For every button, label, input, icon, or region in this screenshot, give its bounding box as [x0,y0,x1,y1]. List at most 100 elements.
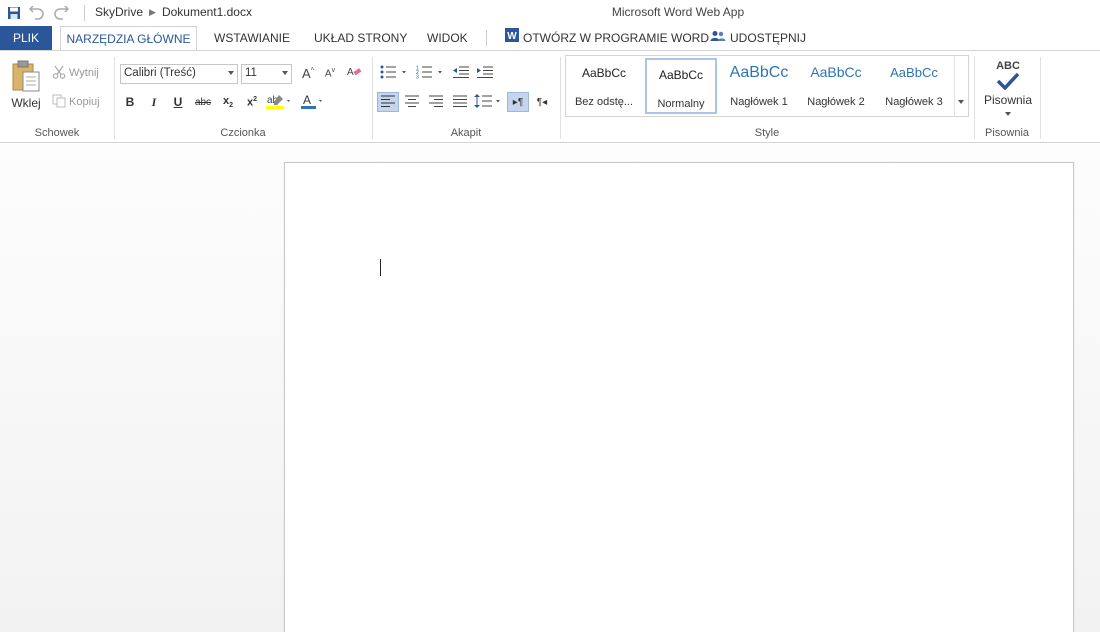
title-bar: SkyDrive ▶ Dokument1.docx Microsoft Word… [0,0,1100,26]
grow-font-icon: A^ [302,65,314,81]
bold-button[interactable]: B [119,92,141,112]
increase-indent-icon [477,66,493,81]
underline-icon: U [173,95,183,109]
ltr-direction-button[interactable]: ▸¶ [507,92,529,112]
style-name: Nagłówek 2 [807,96,865,108]
document-workspace [0,144,1100,632]
shrink-font-button[interactable]: Av [319,63,341,83]
increase-indent-button[interactable] [474,63,496,83]
style-heading-1[interactable]: AaBbCc Nagłówek 1 [723,58,795,114]
strikethrough-icon: abc [194,96,212,108]
style-heading-2[interactable]: AaBbCc Nagłówek 2 [800,58,872,114]
shrink-font-icon: Av [324,66,336,80]
align-left-button[interactable] [377,92,399,112]
breadcrumb-skydrive[interactable]: SkyDrive [95,5,143,19]
superscript-icon: x2 [246,95,258,109]
grow-font-button[interactable]: A^ [297,63,319,83]
paragraph-rtl-icon: ¶◂ [536,96,548,108]
svg-text:A: A [347,67,354,78]
clipboard-icon [11,60,41,95]
ribbon-tabs: PLIK NARZĘDZIA GŁÓWNE WSTAWIANIE UKŁAD S… [0,26,1100,51]
highlight-color-button[interactable]: ab [264,92,294,112]
italic-icon: I [151,94,157,109]
breadcrumb: SkyDrive ▶ Dokument1.docx [95,5,252,19]
font-color-button[interactable]: A [299,92,327,112]
tab-page-layout[interactable]: UKŁAD STRONY [304,26,417,50]
strikethrough-button[interactable]: abc [192,92,214,112]
align-center-icon [405,95,419,110]
styles-more-button[interactable] [954,56,968,116]
chevron-right-icon: ▶ [149,6,156,17]
style-name: Nagłówek 1 [730,96,788,108]
title-divider [84,5,85,21]
italic-button[interactable]: I [143,92,165,112]
font-size-combo[interactable]: 11 [241,64,292,84]
subscript-button[interactable]: x2 [217,92,239,112]
bullets-button[interactable] [378,63,410,83]
line-spacing-button[interactable] [473,92,503,112]
ribbon: Wklej Wytnij Kopiuj Schowek Calibri (Tre… [0,50,1100,143]
tab-view[interactable]: WIDOK [417,26,478,50]
subscript-icon: x2 [222,94,234,110]
font-size-value: 11 [245,67,257,79]
align-right-button[interactable] [425,92,447,112]
svg-text:A: A [303,93,311,107]
style-sample: AaBbCc [581,66,627,80]
decrease-indent-button[interactable] [450,63,472,83]
clear-formatting-button[interactable]: A [343,63,365,83]
spelling-button[interactable]: ABC Pisownia [980,55,1036,121]
chevron-down-icon [958,100,964,104]
bold-icon: B [125,95,135,109]
open-in-word-button[interactable]: W OTWÓRZ W PROGRAMIE WORD [495,26,719,50]
numbered-list-icon: 123 [416,65,444,82]
align-center-button[interactable] [401,92,423,112]
paste-label: Wklej [11,96,41,110]
style-name: Normalny [657,98,705,110]
align-left-icon [381,95,395,110]
tab-file[interactable]: PLIK [0,26,52,50]
paragraph-ltr-icon: ▸¶ [512,96,524,108]
tab-divider [486,30,487,46]
underline-button[interactable]: U [167,92,189,112]
cut-button[interactable]: Wytnij [52,63,99,83]
line-spacing-icon [474,93,502,111]
style-heading-3[interactable]: AaBbCc Nagłówek 3 [878,58,950,114]
undo-icon[interactable] [28,4,46,22]
copy-icon [52,94,66,111]
cut-label: Wytnij [69,67,99,79]
text-cursor [380,259,381,276]
redo-icon[interactable] [52,4,70,22]
save-icon[interactable] [5,4,23,22]
copy-button[interactable]: Kopiuj [52,92,100,112]
group-label-font: Czcionka [220,127,266,139]
rtl-direction-button[interactable]: ¶◂ [531,92,553,112]
chevron-down-icon [228,71,234,75]
font-name-combo[interactable]: Calibri (Treść) [120,64,238,84]
highlighter-icon: ab [265,93,293,112]
eraser-icon: A [346,65,362,82]
style-no-spacing[interactable]: AaBbCc Bez odstę... [568,58,640,114]
group-label-paragraph: Akapit [450,127,482,139]
decrease-indent-icon [453,66,469,81]
word-icon: W [505,26,519,50]
share-button[interactable]: UDOSTĘPNIJ [700,26,816,50]
style-normal[interactable]: AaBbCc Normalny [645,58,717,114]
superscript-button[interactable]: x2 [241,92,263,112]
tab-insert[interactable]: WSTAWIANIE [204,26,300,50]
breadcrumb-document[interactable]: Dokument1.docx [162,5,252,19]
justify-button[interactable] [449,92,471,112]
svg-text:W: W [507,31,517,42]
spelling-label: Pisownia [983,93,1033,107]
paste-button[interactable]: Wklej [6,57,46,113]
numbering-button[interactable]: 123 [414,63,446,83]
font-color-icon: A [300,93,326,112]
style-name: Nagłówek 3 [885,96,943,108]
styles-gallery: AaBbCc Bez odstę... AaBbCc Normalny AaBb… [565,55,969,117]
document-page[interactable] [284,162,1074,632]
abc-label: ABC [996,60,1020,72]
group-divider [1040,57,1041,139]
copy-label: Kopiuj [69,96,100,108]
scissors-icon [52,65,66,82]
style-sample: AaBbCc [810,64,862,80]
tab-home[interactable]: NARZĘDZIA GŁÓWNE [60,26,197,51]
